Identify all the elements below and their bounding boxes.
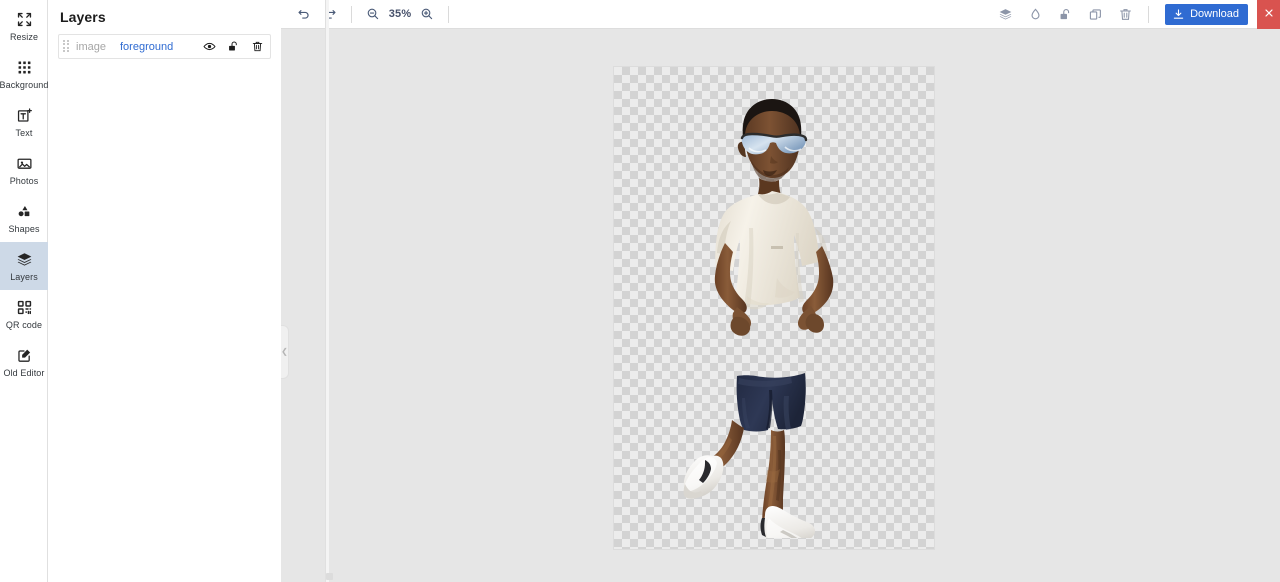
layer-type-label: image — [76, 40, 106, 53]
zoom-in-icon — [420, 7, 434, 21]
main-area: 35% Download ❮ — [281, 0, 1280, 582]
panel-scrollbar[interactable] — [326, 0, 333, 582]
text-box-icon — [15, 107, 33, 125]
zoom-out-icon — [366, 7, 380, 21]
unlock-icon[interactable] — [227, 40, 240, 53]
duplicate-button[interactable] — [1085, 2, 1105, 26]
delete-button[interactable] — [1115, 2, 1135, 26]
trash-icon — [1118, 7, 1133, 22]
zoom-out-button[interactable] — [360, 2, 386, 26]
sidebar-item-label: QR code — [5, 319, 43, 330]
layers-stack-icon — [998, 7, 1013, 22]
tool-rail: Resize Background Text Photos Shapes Lay… — [0, 0, 48, 582]
resize-icon — [15, 11, 33, 29]
layer-list: image foreground — [58, 34, 271, 59]
runner-artwork — [659, 78, 889, 538]
sidebar-item-label: Old Editor — [3, 367, 45, 378]
sidebar-item-text[interactable]: Text — [0, 98, 48, 146]
layers-stack-icon — [15, 251, 33, 269]
opacity-droplet-icon — [1028, 7, 1043, 22]
sidebar-item-photos[interactable]: Photos — [0, 146, 48, 194]
download-icon — [1172, 8, 1185, 21]
undo-icon — [297, 7, 311, 21]
edit-square-icon — [15, 347, 33, 365]
zoom-in-button[interactable] — [414, 2, 440, 26]
sidebar-item-label: Photos — [9, 175, 39, 186]
duplicate-icon — [1088, 7, 1103, 22]
sidebar-item-label: Shapes — [8, 223, 40, 234]
zoom-level-label[interactable]: 35% — [386, 8, 414, 20]
sidebar-item-label: Background — [0, 79, 49, 90]
layer-actions — [203, 40, 264, 53]
chevron-left-icon: ❮ — [281, 347, 288, 356]
toolbar-divider — [351, 5, 352, 23]
sidebar-item-qr-code[interactable]: QR code — [0, 290, 48, 338]
sidebar-item-label: Layers — [10, 271, 38, 282]
trash-icon[interactable] — [251, 40, 264, 53]
shapes-icon — [15, 203, 33, 221]
artboard[interactable] — [613, 66, 935, 550]
editor-toolbar: 35% Download — [281, 0, 1280, 29]
layers-panel: Layers image foreground — [48, 0, 333, 582]
sidebar-item-old-editor[interactable]: Old Editor — [0, 338, 48, 386]
sidebar-item-background[interactable]: Background — [0, 50, 48, 98]
photo-icon — [15, 155, 33, 173]
eye-visible-icon[interactable] — [203, 40, 216, 53]
redo-button[interactable] — [317, 2, 343, 26]
scroll-nub[interactable] — [326, 573, 333, 580]
panel-title: Layers — [60, 9, 106, 25]
undo-button[interactable] — [291, 2, 317, 26]
panel-collapse-handle[interactable]: ❮ — [281, 325, 289, 379]
sidebar-item-shapes[interactable]: Shapes — [0, 194, 48, 242]
download-button[interactable]: Download — [1165, 3, 1248, 25]
sidebar-item-layers[interactable]: Layers — [0, 242, 48, 290]
image-editor-app: Resize Background Text Photos Shapes Lay… — [0, 0, 1280, 582]
toolbar-right-group: Download — [990, 0, 1280, 29]
layer-row[interactable]: image foreground — [58, 34, 271, 59]
close-button[interactable] — [1257, 0, 1280, 29]
toolbar-divider — [1148, 5, 1150, 23]
grid-dots-icon — [15, 59, 33, 77]
sidebar-item-label: Text — [15, 127, 33, 138]
drag-handle-icon[interactable] — [63, 39, 71, 54]
unlock-button[interactable] — [1055, 2, 1075, 26]
close-x-icon — [1263, 6, 1275, 22]
opacity-button[interactable] — [1025, 2, 1045, 26]
qr-code-icon — [15, 299, 33, 317]
toolbar-divider — [448, 5, 449, 23]
layers-button[interactable] — [995, 2, 1015, 26]
download-button-label: Download — [1190, 8, 1239, 20]
canvas-stage[interactable]: ❮ — [281, 29, 1280, 582]
layer-name-label[interactable]: foreground — [120, 41, 203, 53]
sidebar-item-label: Resize — [9, 31, 39, 42]
sidebar-item-resize[interactable]: Resize — [0, 2, 48, 50]
unlock-icon — [1058, 7, 1073, 22]
